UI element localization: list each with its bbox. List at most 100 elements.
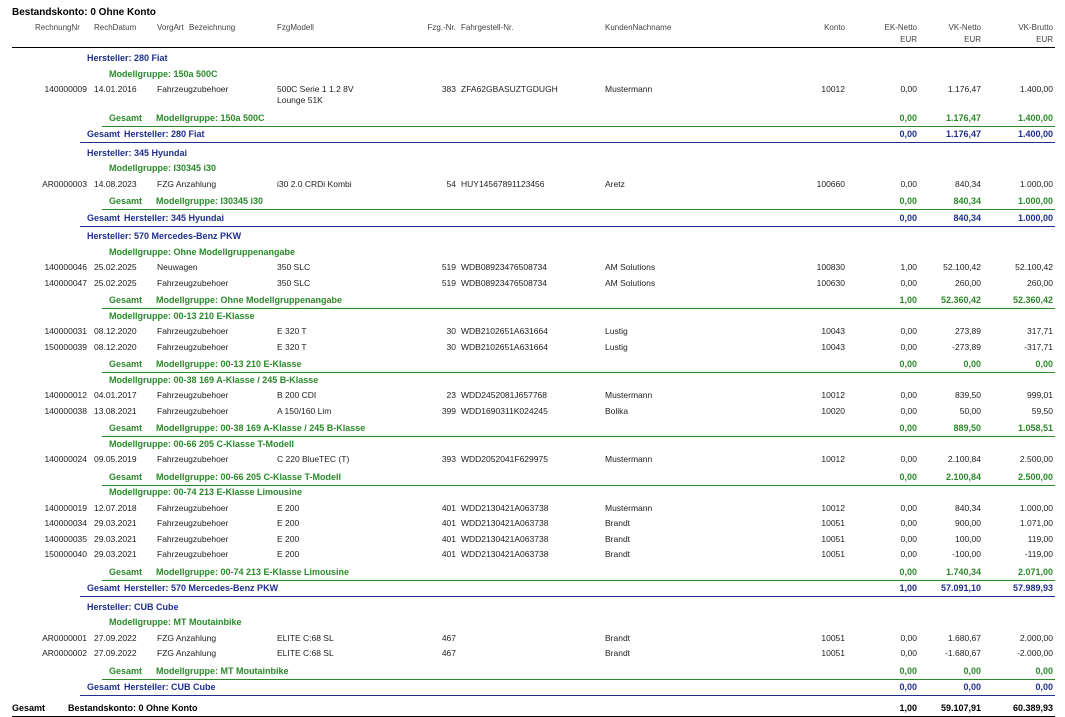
cell-art: FZG Anzahlung (157, 648, 217, 658)
cell-ek: 0,00 (900, 454, 917, 464)
cell-fzg: 54 (446, 178, 456, 189)
cell-nr: 150000039 (44, 341, 87, 352)
manufacturer-total-vk-brutto: 1.400,00 (1017, 129, 1053, 139)
group-total-vk-netto: 0,00 (963, 665, 981, 676)
cell-art: Fahrzeugzubehoer (157, 502, 229, 513)
cell-fgst: ZFA62GBASUZTGDUGH (461, 84, 558, 94)
cell-nr: AR0000002 (42, 648, 87, 658)
manufacturer-total-ek: 0,00 (899, 212, 917, 223)
cell-art: Neuwagen (157, 262, 198, 272)
cell-fzg: 401 (441, 549, 456, 559)
manufacturer-total-rule (80, 225, 1055, 227)
group-total-word: Gesamt (109, 665, 143, 676)
col-header-ek-unit: EUR (900, 35, 917, 44)
cell-kunde: Brandt (605, 632, 631, 643)
cell-vkb: 1.000,00 (1019, 178, 1053, 189)
group-total-ek: 0,00 (899, 566, 917, 577)
cell-art: Fahrzeugzubehoer (157, 84, 229, 94)
group-total-vk-brutto: 52.360,42 (1012, 295, 1053, 305)
cell-kunde: Brandt (605, 533, 631, 544)
cell-ek: 0,00 (900, 84, 917, 94)
cell-konto: 10012 (821, 390, 845, 400)
cell-datum: 12.07.2018 (94, 502, 137, 513)
cell-nr: 140000046 (44, 262, 87, 272)
grand-total-vk-netto: 59.107,91 (940, 702, 981, 713)
cell-konto: 10043 (821, 326, 845, 336)
cell-vkb: 119,00 (1027, 533, 1053, 544)
cell-kunde: Mustermann (605, 84, 653, 94)
cell-art: Fahrzeugzubehoer (157, 518, 229, 528)
cell-fzg: 467 (441, 632, 456, 643)
cell-vkn: 840,34 (955, 502, 981, 513)
manufacturer-total-label: Hersteller: 280 Fiat (124, 129, 205, 139)
header-rule (12, 47, 1055, 48)
manufacturer-total-ek: 1,00 (899, 583, 917, 593)
cell-vkb: 260,00 (1027, 277, 1053, 288)
col-header-vorgart: VorgArt (157, 23, 184, 32)
manufacturer-total-vk-brutto: 1.000,00 (1017, 212, 1053, 223)
cell-fgst: WDB2102651A631664 (461, 341, 548, 352)
col-header-bezeichnung: Bezeichnung (189, 23, 236, 32)
cell-ek: 0,00 (900, 341, 917, 352)
cell-vkb: 1.400,00 (1019, 84, 1053, 94)
cell-fzg: 23 (446, 390, 456, 400)
group-total-ek: 0,00 (899, 471, 917, 482)
cell-fzg: 30 (446, 341, 456, 352)
cell-kunde: Mustermann (605, 502, 653, 513)
cell-vkb: 1.071,00 (1019, 518, 1053, 528)
cell-vkb: -2.000,00 (1017, 648, 1053, 658)
cell-fgst: WDD2130421A063738 (461, 533, 549, 544)
group-total-rule (102, 436, 1055, 437)
manufacturer-heading: Hersteller: CUB Cube (87, 601, 179, 612)
manufacturer-total-label: Hersteller: 345 Hyundai (124, 212, 225, 223)
grand-total-vk-brutto: 60.389,93 (1012, 702, 1053, 713)
cell-konto: 10012 (821, 84, 845, 94)
cell-datum: 25.02.2025 (94, 277, 137, 288)
cell-vkn: 1.176,47 (947, 84, 981, 94)
group-total-rule (102, 579, 1055, 581)
cell-vkb: 2.500,00 (1019, 454, 1053, 464)
cell-vkn: 2.100,84 (947, 454, 981, 464)
cell-nr: 140000031 (44, 326, 87, 336)
model-group-heading: Modellgruppe: I30345 i30 (109, 163, 217, 173)
cell-ek: 0,00 (900, 518, 917, 528)
manufacturer-total-rule (80, 695, 1055, 696)
cell-vkn: -273,89 (952, 341, 981, 352)
cell-modell: C 220 BlueTEC (T) (277, 454, 350, 464)
cell-nr: 140000038 (44, 405, 87, 416)
col-header-kunde: KundenNachname (605, 23, 672, 32)
cell-datum: 29.03.2021 (94, 533, 137, 544)
cell-kunde: Brandt (605, 648, 631, 658)
cell-nr: 140000035 (44, 533, 87, 544)
cell-nr: 150000040 (44, 549, 87, 559)
cell-ek: 1,00 (900, 262, 917, 272)
cell-vkb: 317,71 (1027, 326, 1053, 336)
manufacturer-total-label: Hersteller: CUB Cube (124, 682, 216, 692)
cell-vkn: 840,34 (955, 178, 981, 189)
cell-fgst: WDB08923476508734 (461, 277, 548, 288)
cell-nr: 140000047 (44, 277, 87, 288)
col-header-fzgnr: Fzg.-Nr. (427, 23, 456, 32)
group-total-label: Modellgruppe: 00-66 205 C-Klasse T-Model… (156, 471, 342, 482)
cell-fzg: 383 (441, 84, 456, 94)
cell-vkb: -317,71 (1024, 341, 1053, 352)
cell-kunde: Lustig (605, 341, 628, 352)
col-header-rechnungnr: RechnungNr (35, 23, 80, 32)
cell-vkb: -119,00 (1024, 549, 1053, 559)
cell-ek: 0,00 (900, 390, 917, 400)
cell-fgst: WDD2130421A063738 (461, 518, 549, 528)
cell-fzg: 401 (441, 518, 456, 528)
cell-fgst: WDB08923476508734 (461, 262, 548, 272)
cell-fgst: HUY14567891123456 (461, 178, 545, 189)
cell-fzg: 399 (441, 405, 456, 416)
cell-vkn: 50,00 (959, 405, 981, 416)
cell-konto: 10043 (821, 341, 845, 352)
cell-vkn: 100,00 (955, 533, 981, 544)
cell-fgst: WDB2102651A631664 (461, 326, 548, 336)
group-total-vk-netto: 52.360,42 (940, 295, 981, 305)
col-header-vkb-unit: EUR (1036, 35, 1053, 44)
group-total-label: Modellgruppe: MT Moutainbike (156, 665, 289, 676)
group-total-word: Gesamt (109, 566, 143, 577)
cell-art: Fahrzeugzubehoer (157, 277, 229, 288)
manufacturer-total-word: Gesamt (87, 129, 121, 139)
